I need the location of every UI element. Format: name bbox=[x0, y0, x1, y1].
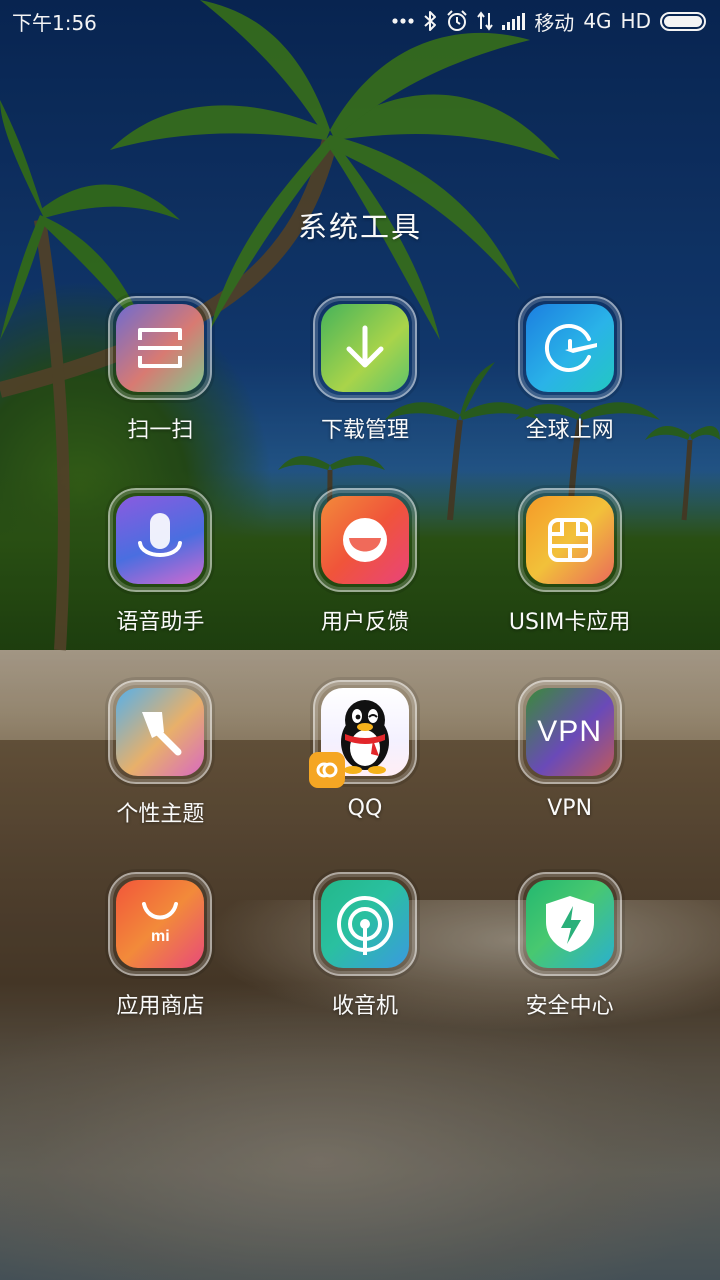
status-icons: 移动 4G HD bbox=[392, 7, 706, 36]
microphone-icon bbox=[116, 496, 205, 584]
app-download-manager[interactable]: 下载管理 bbox=[263, 296, 468, 466]
app-label: QQ bbox=[347, 796, 383, 821]
more-dots-icon bbox=[392, 9, 414, 33]
app-radio[interactable]: 收音机 bbox=[263, 872, 468, 1042]
data-transfer-icon bbox=[477, 9, 494, 33]
folder-app-grid: 扫一扫 下载管理 全球上网 语音助手 用户反馈 USIM卡应用 个性主题 QQ … bbox=[58, 296, 672, 1042]
app-label: 个性主题 bbox=[116, 802, 205, 827]
app-store-bag-icon: mi bbox=[116, 880, 205, 968]
app-label: USIM卡应用 bbox=[508, 610, 631, 635]
app-global-internet[interactable]: 全球上网 bbox=[467, 296, 672, 466]
app-security-center[interactable]: 安全中心 bbox=[467, 872, 672, 1042]
app-icon-frame: mi bbox=[108, 872, 213, 976]
app-icon-frame bbox=[108, 296, 213, 400]
smile-icon bbox=[320, 496, 409, 584]
app-themes[interactable]: 个性主题 bbox=[58, 680, 263, 850]
app-label: 语音助手 bbox=[116, 610, 205, 635]
dual-app-badge-icon bbox=[308, 752, 345, 788]
bluetooth-icon bbox=[423, 9, 437, 33]
status-time: 下午1:56 bbox=[12, 10, 97, 35]
alarm-icon bbox=[446, 9, 468, 33]
status-bar: 下午1:56 移动 4G HD bbox=[0, 0, 720, 42]
network-type: 4G bbox=[583, 9, 612, 33]
app-vpn[interactable]: VPN VPN bbox=[467, 680, 672, 850]
hd-indicator: HD bbox=[620, 9, 651, 33]
signal-icon bbox=[502, 12, 526, 30]
app-qq[interactable]: QQ bbox=[263, 680, 468, 850]
radio-icon bbox=[320, 880, 409, 968]
app-icon-frame bbox=[517, 296, 622, 400]
download-arrow-icon bbox=[320, 304, 409, 392]
app-label: VPN bbox=[547, 796, 593, 821]
security-shield-icon bbox=[525, 880, 614, 968]
app-label: 安全中心 bbox=[525, 994, 614, 1019]
app-voice-assistant[interactable]: 语音助手 bbox=[58, 488, 263, 658]
sim-card-icon bbox=[525, 496, 614, 584]
carrier-name: 移动 bbox=[534, 10, 575, 35]
app-icon-frame bbox=[312, 872, 417, 976]
app-icon-frame bbox=[517, 488, 622, 592]
app-icon-frame bbox=[312, 488, 417, 592]
scanner-icon bbox=[116, 304, 205, 392]
app-label: 用户反馈 bbox=[320, 610, 409, 635]
global-plane-icon bbox=[525, 304, 614, 392]
store-icon-text: mi bbox=[150, 928, 170, 945]
app-icon-frame bbox=[108, 488, 213, 592]
app-label: 全球上网 bbox=[525, 418, 614, 443]
app-label: 应用商店 bbox=[116, 994, 205, 1019]
app-label: 收音机 bbox=[331, 994, 398, 1019]
app-icon-frame: VPN bbox=[517, 680, 622, 784]
app-label: 下载管理 bbox=[320, 418, 409, 443]
app-icon-frame bbox=[312, 296, 417, 400]
vpn-text-icon: VPN bbox=[525, 688, 614, 776]
app-store[interactable]: mi 应用商店 bbox=[58, 872, 263, 1042]
folder-title[interactable]: 系统工具 bbox=[0, 204, 720, 246]
app-icon-frame bbox=[308, 680, 417, 788]
vpn-icon-text: VPN bbox=[537, 715, 602, 748]
app-usim[interactable]: USIM卡应用 bbox=[467, 488, 672, 658]
app-user-feedback[interactable]: 用户反馈 bbox=[263, 488, 468, 658]
battery-icon bbox=[660, 11, 706, 31]
battery-level bbox=[664, 15, 702, 27]
paintbrush-icon bbox=[116, 688, 205, 776]
app-scanner[interactable]: 扫一扫 bbox=[58, 296, 263, 466]
app-label: 扫一扫 bbox=[127, 418, 194, 443]
app-icon-frame bbox=[108, 680, 213, 784]
app-icon-frame bbox=[517, 872, 622, 976]
